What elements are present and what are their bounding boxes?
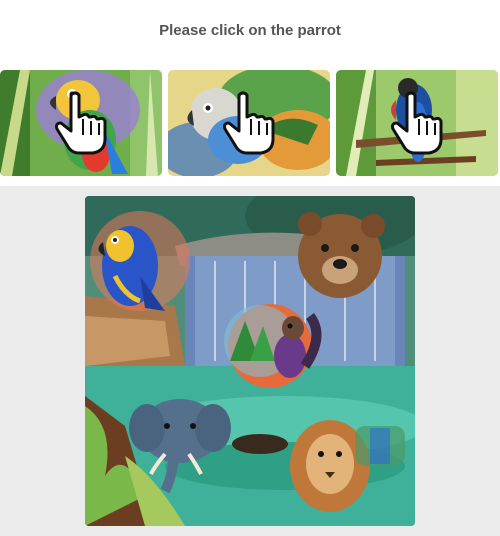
example-image-1 [0,70,162,176]
hand-cursor-icon [55,91,107,155]
hand-cursor-icon [391,91,443,155]
challenge-panel [0,186,500,536]
parrot-figure [90,211,190,311]
hand-cursor-icon [223,91,275,155]
challenge-image[interactable] [85,196,415,526]
example-image-2 [168,70,330,176]
example-image-3 [336,70,498,176]
captcha-instruction: Please click on the parrot [159,22,341,39]
